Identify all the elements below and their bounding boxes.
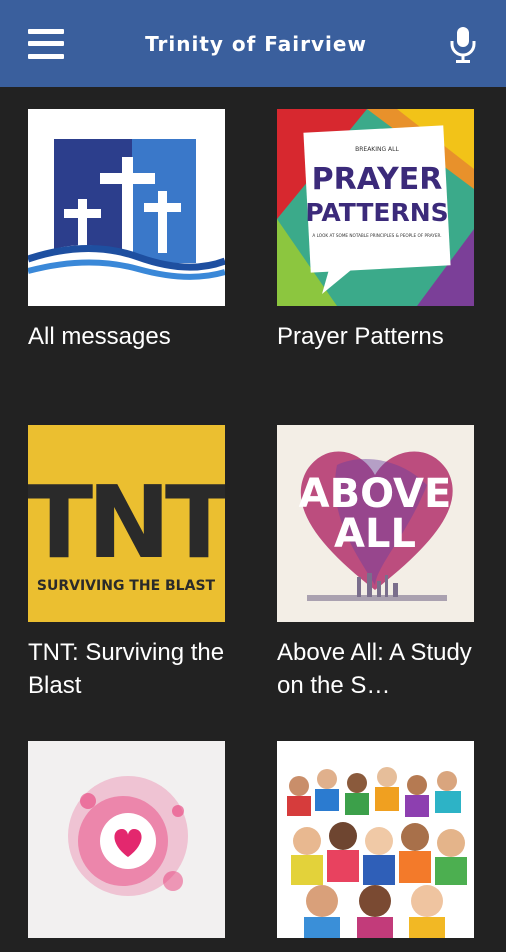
heart-splash-artwork <box>28 741 225 938</box>
tnt-artwork: TNT SURVIVING THE BLAST <box>28 425 225 622</box>
hamburger-menu-icon[interactable] <box>28 28 64 59</box>
art-title: TNT <box>28 464 225 581</box>
series-tile-all-messages[interactable]: All messages <box>28 109 225 353</box>
series-tile-heart-splash[interactable] <box>28 741 225 952</box>
above-all-artwork: ABOVE ALL <box>277 425 474 622</box>
art-subtitle: SURVIVING THE BLAST <box>37 578 216 594</box>
people-crowd-artwork <box>277 741 474 938</box>
series-title: Above All: A Study on the S… <box>277 639 472 699</box>
series-tile-above-all[interactable]: ABOVE ALL Above All: A Study on the S… <box>277 425 474 702</box>
series-title: All messages <box>28 323 171 350</box>
art-kicker: BREAKING ALL <box>355 146 399 153</box>
series-tile-tnt[interactable]: TNT SURVIVING THE BLAST TNT: Surviving t… <box>28 425 225 702</box>
app-title: Trinity of Fairview <box>145 31 367 56</box>
art-title-line-2: PATTERNS <box>305 198 448 227</box>
art-title-line-2: ALL <box>334 511 416 557</box>
crosses-logo-artwork <box>28 109 225 306</box>
series-tile-prayer-patterns[interactable]: BREAKING ALL PRAYER PATTERNS A LOOK AT S… <box>277 109 474 353</box>
series-title: TNT: Surviving the Blast <box>28 639 225 699</box>
app-bar: Trinity of Fairview <box>0 0 506 87</box>
microphone-icon[interactable] <box>448 24 478 64</box>
prayer-patterns-artwork: BREAKING ALL PRAYER PATTERNS A LOOK AT S… <box>277 109 474 306</box>
art-subtitle: A LOOK AT SOME NOTABLE PRINCIPLES & PEOP… <box>312 233 441 238</box>
series-title: Prayer Patterns <box>277 323 444 350</box>
art-title-line-1: PRAYER <box>312 162 443 197</box>
series-tile-people[interactable] <box>277 741 474 952</box>
